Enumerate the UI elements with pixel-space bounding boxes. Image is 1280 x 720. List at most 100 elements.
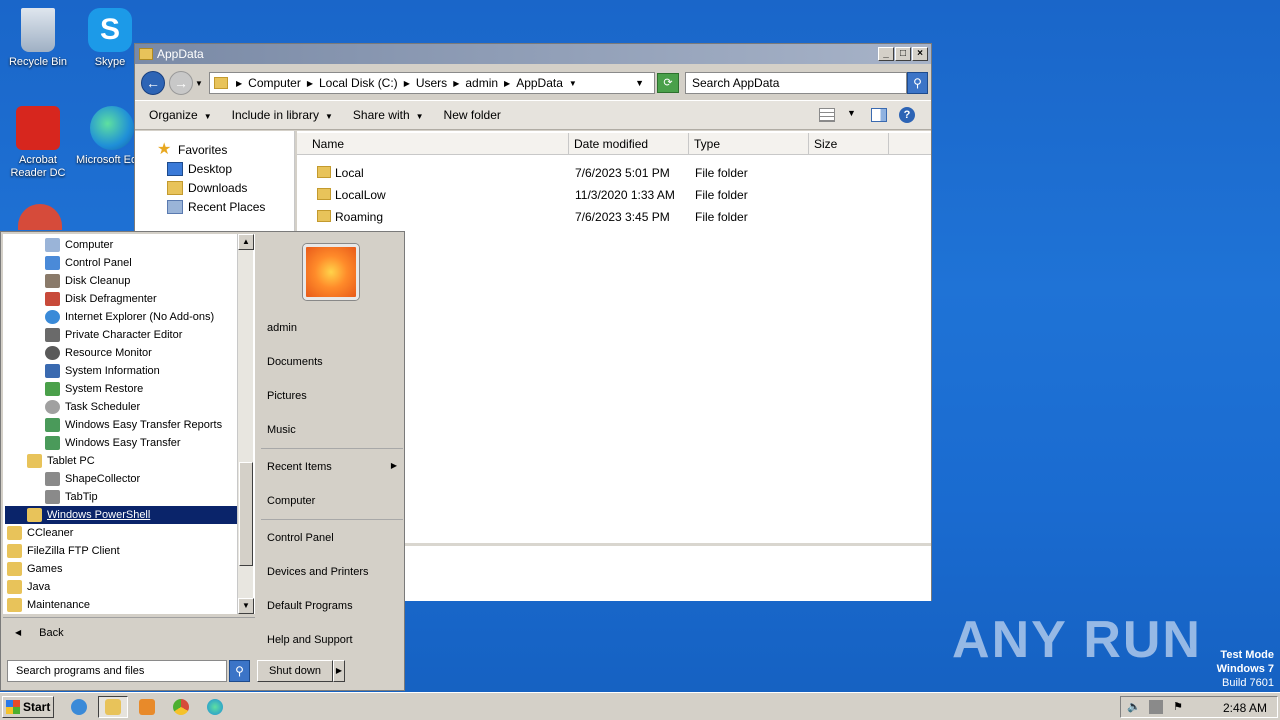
search-input[interactable]: Search AppData: [685, 72, 907, 94]
breadcrumb-chevron-icon[interactable]: ▶: [404, 79, 410, 88]
start-button[interactable]: Start: [2, 696, 54, 718]
shut-down-button[interactable]: Shut down: [257, 660, 333, 682]
column-header-type[interactable]: Type: [689, 133, 809, 155]
new-folder-button[interactable]: New folder: [444, 108, 501, 122]
program-folder[interactable]: CCleaner: [7, 524, 73, 542]
program-item[interactable]: Resource Monitor: [45, 344, 152, 362]
start-music-link[interactable]: Music: [267, 424, 296, 436]
scroll-down-icon[interactable]: ▼: [238, 598, 254, 614]
program-item[interactable]: System Restore: [45, 380, 143, 398]
address-bar[interactable]: ▶ Computer ▶ Local Disk (C:) ▶ Users ▶ admi…: [209, 72, 655, 94]
start-devices-printers-link[interactable]: Devices and Printers: [267, 566, 369, 578]
program-item[interactable]: Computer: [45, 236, 113, 254]
table-row[interactable]: LocalLow 11/3/2020 1:33 AM File folder: [297, 184, 931, 206]
breadcrumb-chevron-icon[interactable]: ▶: [504, 79, 510, 88]
minimize-button[interactable]: _: [878, 47, 894, 61]
program-item[interactable]: Windows Easy Transfer: [45, 434, 181, 452]
shut-down-options-icon[interactable]: ▶: [333, 660, 345, 682]
downloads-icon: [167, 181, 183, 195]
help-icon[interactable]: ?: [899, 107, 915, 123]
program-item[interactable]: Disk Cleanup: [45, 272, 130, 290]
view-options-icon[interactable]: [819, 108, 835, 122]
column-header-name[interactable]: Name: [297, 133, 569, 155]
desktop-icon: [167, 162, 183, 176]
breadcrumb-chevron-icon[interactable]: ▶: [307, 79, 313, 88]
column-header-date[interactable]: Date modified: [569, 133, 689, 155]
organize-button[interactable]: Organize ▼: [149, 108, 212, 122]
start-search-input[interactable]: Search programs and files: [7, 660, 227, 682]
preview-pane-icon[interactable]: [871, 108, 887, 122]
column-header-size[interactable]: Size: [809, 133, 889, 155]
breadcrumb-item[interactable]: Users: [416, 76, 447, 90]
start-help-support-link[interactable]: Help and Support: [267, 634, 353, 646]
back-button[interactable]: ←: [141, 71, 165, 95]
program-item[interactable]: ShapeCollector: [45, 470, 140, 488]
start-pictures-link[interactable]: Pictures: [267, 390, 307, 402]
breadcrumb-item[interactable]: Computer: [248, 76, 301, 90]
breadcrumb-chevron-icon[interactable]: ▼: [569, 79, 577, 88]
clock[interactable]: 2:48 AM: [1223, 701, 1267, 715]
maximize-button[interactable]: □: [895, 47, 911, 61]
program-folder[interactable]: Tablet PC: [27, 452, 95, 470]
nav-desktop[interactable]: Desktop: [167, 162, 232, 176]
start-recent-items-link[interactable]: Recent Items ▶: [267, 461, 397, 473]
taskbar-edge[interactable]: [200, 696, 230, 718]
program-item[interactable]: System Information: [45, 362, 160, 380]
scroll-thumb[interactable]: [239, 462, 253, 566]
table-row[interactable]: Roaming 7/6/2023 3:45 PM File folder: [297, 206, 931, 228]
program-item[interactable]: TabTip: [45, 488, 98, 506]
desktop-icon-edge[interactable]: Microsoft Edge: [72, 106, 136, 167]
program-item[interactable]: Task Scheduler: [45, 398, 140, 416]
refresh-button[interactable]: ⟳: [657, 73, 679, 93]
start-computer-link[interactable]: Computer: [267, 495, 315, 507]
breadcrumb-item[interactable]: admin: [465, 76, 498, 90]
taskbar-chrome[interactable]: [166, 696, 196, 718]
program-folder[interactable]: FileZilla FTP Client: [7, 542, 120, 560]
history-chevron-icon[interactable]: ▼: [195, 79, 203, 88]
programs-scrollbar[interactable]: ▲ ▼: [237, 234, 254, 614]
start-documents-link[interactable]: Documents: [267, 356, 323, 368]
start-user-link[interactable]: admin: [267, 322, 297, 334]
program-item[interactable]: Windows Easy Transfer Reports: [45, 416, 222, 434]
breadcrumb-item[interactable]: Local Disk (C:): [319, 76, 398, 90]
desktop-icon-acrobat[interactable]: Acrobat Reader DC: [0, 106, 76, 180]
scroll-up-icon[interactable]: ▲: [238, 234, 254, 250]
character-editor-icon: [45, 328, 60, 342]
program-item[interactable]: Internet Explorer (No Add-ons): [45, 308, 214, 326]
taskbar-media-player[interactable]: [132, 696, 162, 718]
back-button[interactable]: ◀ Back: [3, 617, 255, 647]
search-icon[interactable]: ⚲: [907, 72, 928, 94]
start-default-programs-link[interactable]: Default Programs: [267, 600, 353, 612]
share-with-button[interactable]: Share with ▼: [353, 108, 424, 122]
breadcrumb-item[interactable]: AppData: [516, 76, 563, 90]
desktop-icon-recycle-bin[interactable]: Recycle Bin: [0, 8, 76, 69]
system-information-icon: [45, 364, 60, 378]
nav-recent-places[interactable]: Recent Places: [167, 200, 265, 214]
network-icon[interactable]: [1149, 700, 1163, 714]
taskbar-ie[interactable]: [64, 696, 94, 718]
close-button[interactable]: ×: [912, 47, 928, 61]
search-icon[interactable]: ⚲: [229, 660, 250, 682]
program-item[interactable]: Private Character Editor: [45, 326, 182, 344]
include-in-library-button[interactable]: Include in library ▼: [232, 108, 333, 122]
program-item[interactable]: Control Panel: [45, 254, 132, 272]
forward-button[interactable]: →: [169, 71, 193, 95]
breadcrumb-chevron-icon[interactable]: ▶: [453, 79, 459, 88]
taskbar-explorer[interactable]: [98, 696, 128, 718]
user-avatar[interactable]: [303, 244, 359, 300]
nav-favorites[interactable]: ★ Favorites: [157, 142, 227, 158]
start-control-panel-link[interactable]: Control Panel: [267, 532, 334, 544]
table-row[interactable]: Local 7/6/2023 5:01 PM File folder: [297, 162, 931, 184]
program-folder-selected[interactable]: Windows PowerShell: [5, 506, 239, 524]
breadcrumb-chevron-icon[interactable]: ▶: [236, 79, 242, 88]
program-folder[interactable]: Java: [7, 578, 50, 596]
view-dropdown-icon[interactable]: ▼: [847, 108, 856, 118]
address-dropdown-icon[interactable]: ▼: [635, 78, 644, 88]
program-folder[interactable]: Maintenance: [7, 596, 90, 614]
nav-downloads[interactable]: Downloads: [167, 181, 247, 195]
flag-icon[interactable]: ⚑: [1171, 700, 1185, 714]
speaker-icon[interactable]: 🔈: [1127, 700, 1141, 714]
explorer-titlebar[interactable]: AppData _ □ ×: [135, 44, 931, 64]
program-folder[interactable]: Games: [7, 560, 62, 578]
program-item[interactable]: Disk Defragmenter: [45, 290, 157, 308]
